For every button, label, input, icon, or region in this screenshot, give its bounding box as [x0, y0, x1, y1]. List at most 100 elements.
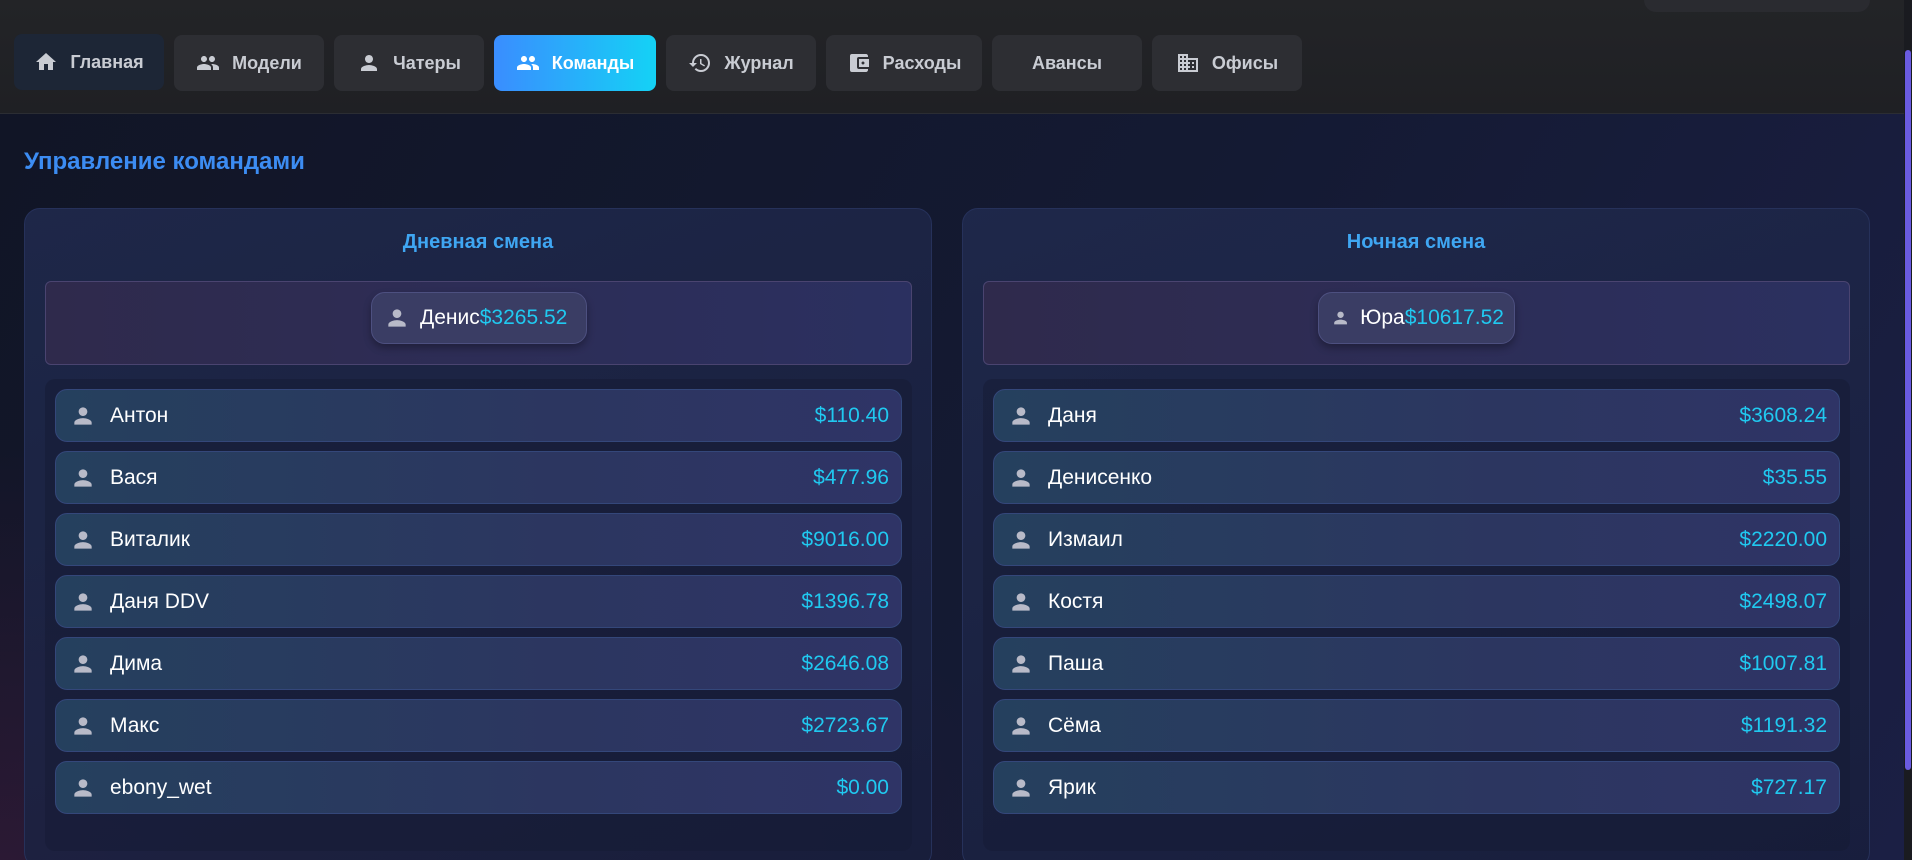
member-row[interactable]: Даня DDV $1396.78 — [55, 575, 902, 628]
member-row[interactable]: Даня $3608.24 — [993, 389, 1840, 442]
group-icon — [197, 56, 220, 70]
member-name: Виталик — [110, 527, 190, 551]
member-amount: $2498.07 — [1739, 589, 1827, 613]
page-title: Управление командами — [24, 148, 305, 175]
leader-amount: $10617.52 — [1404, 306, 1504, 329]
member-amount: $0.00 — [836, 775, 889, 799]
person-icon — [74, 716, 92, 735]
wallet-icon — [849, 54, 869, 72]
leader-name: Денис — [420, 306, 480, 329]
person-icon — [74, 468, 92, 487]
tab-chatters[interactable]: Чатеры — [334, 35, 484, 91]
tab-models[interactable]: Модели — [174, 35, 324, 91]
member-name: Костя — [1048, 589, 1104, 613]
team-leader-box: Денис $3265.52 — [45, 281, 912, 365]
person-icon — [74, 592, 92, 611]
tab-expenses[interactable]: Расходы — [826, 35, 982, 91]
member-amount: $35.55 — [1762, 465, 1827, 489]
member-row[interactable]: Костя $2498.07 — [993, 575, 1840, 628]
tab-home[interactable]: Главная — [14, 34, 164, 90]
member-name: Макс — [110, 713, 160, 737]
team-leader-chip[interactable]: Денис $3265.52 — [371, 292, 587, 344]
member-row[interactable]: Измаил $2220.00 — [993, 513, 1840, 566]
person-icon — [1012, 654, 1030, 673]
member-name: Дима — [110, 651, 163, 675]
top-navigation-bar: Главная Модели Чатеры Команды Журнал Рас… — [0, 0, 1904, 114]
leader-name: Юра — [1360, 306, 1405, 329]
person-icon — [74, 778, 92, 797]
member-name: Ярик — [1048, 775, 1096, 799]
leader-amount: $3265.52 — [479, 306, 568, 329]
nav-tabs: Главная Модели Чатеры Команды Журнал Рас… — [14, 34, 1302, 91]
member-amount: $2220.00 — [1739, 527, 1827, 551]
member-amount: $9016.00 — [801, 527, 889, 551]
member-row[interactable]: Вася $477.96 — [55, 451, 902, 504]
tab-offices[interactable]: Офисы — [1152, 35, 1302, 91]
member-list: Антон $110.40 Вася $477.96 Виталик $9016… — [45, 379, 912, 851]
member-amount: $1191.32 — [1740, 713, 1827, 737]
member-name: Антон — [110, 403, 169, 427]
member-row[interactable]: Паша $1007.81 — [993, 637, 1840, 690]
member-name: Измаил — [1048, 527, 1123, 551]
person-icon — [74, 530, 92, 549]
member-row[interactable]: Дима $2646.08 — [55, 637, 902, 690]
member-row[interactable]: Макс $2723.67 — [55, 699, 902, 752]
member-amount: $2723.67 — [801, 713, 889, 737]
person-icon — [1012, 716, 1030, 735]
tab-teams[interactable]: Команды — [494, 35, 656, 91]
tab-label: Команды — [551, 52, 635, 73]
person-icon — [1012, 592, 1030, 611]
member-name: Сёма — [1048, 713, 1101, 737]
member-row[interactable]: Виталик $9016.00 — [55, 513, 902, 566]
member-name: Вася — [110, 465, 158, 489]
member-list: Даня $3608.24 Денисенко $35.55 Измаил $2… — [983, 379, 1850, 851]
building-icon — [1177, 54, 1198, 72]
member-amount: $727.17 — [1751, 775, 1827, 799]
member-name: ebony_wet — [110, 775, 212, 799]
member-row[interactable]: Денисенко $35.55 — [993, 451, 1840, 504]
team-leader-chip[interactable]: Юра $10617.52 — [1318, 292, 1515, 344]
member-name: Денисенко — [1048, 465, 1153, 489]
person-icon — [1012, 406, 1030, 425]
tab-label: Чатеры — [393, 52, 461, 73]
member-name: Даня DDV — [110, 589, 210, 613]
tab-label: Авансы — [1031, 52, 1103, 73]
person-icon — [1012, 778, 1030, 797]
person-icon — [1012, 530, 1030, 549]
tab-label: Журнал — [724, 52, 794, 73]
member-amount: $3608.24 — [1739, 403, 1827, 427]
tab-advances[interactable]: Авансы — [992, 35, 1142, 91]
member-name: Даня — [1048, 403, 1097, 427]
tab-journal[interactable]: Журнал — [666, 35, 816, 91]
person-icon — [1334, 311, 1347, 325]
tab-label: Офисы — [1211, 52, 1279, 73]
member-amount: $477.96 — [813, 465, 889, 489]
member-amount: $1396.78 — [801, 589, 889, 613]
day-shift-panel: Дневная смена Денис $3265.52 Антон $110.… — [24, 208, 932, 860]
night-shift-panel: Ночная смена Юра $10617.52 Даня $3608.24… — [962, 208, 1870, 860]
person-icon — [361, 55, 378, 71]
member-amount: $1007.81 — [1739, 651, 1827, 675]
person-icon — [74, 654, 92, 673]
person-icon — [74, 406, 92, 425]
tab-label: Главная — [70, 51, 144, 72]
member-amount: $110.40 — [814, 403, 889, 427]
tab-label: Модели — [232, 52, 302, 73]
scrollbar-thumb[interactable] — [1905, 50, 1911, 770]
group-icon — [516, 56, 539, 70]
member-row[interactable]: ebony_wet $0.00 — [55, 761, 902, 814]
member-row[interactable]: Ярик $727.17 — [993, 761, 1840, 814]
member-row[interactable]: Сёма $1191.32 — [993, 699, 1840, 752]
member-amount: $2646.08 — [801, 651, 889, 675]
shift-title: Дневная смена — [402, 231, 554, 253]
member-row[interactable]: Антон $110.40 — [55, 389, 902, 442]
member-name: Паша — [1048, 651, 1104, 675]
person-icon — [1012, 468, 1030, 487]
tab-label: Расходы — [882, 52, 962, 73]
home-icon — [36, 53, 57, 70]
shift-title: Ночная смена — [1346, 231, 1486, 253]
team-leader-box: Юра $10617.52 — [983, 281, 1850, 365]
history-icon — [689, 54, 711, 73]
main-content: Управление командами Дневная смена Денис… — [0, 114, 1904, 860]
top-search-stub[interactable] — [1644, 0, 1870, 12]
